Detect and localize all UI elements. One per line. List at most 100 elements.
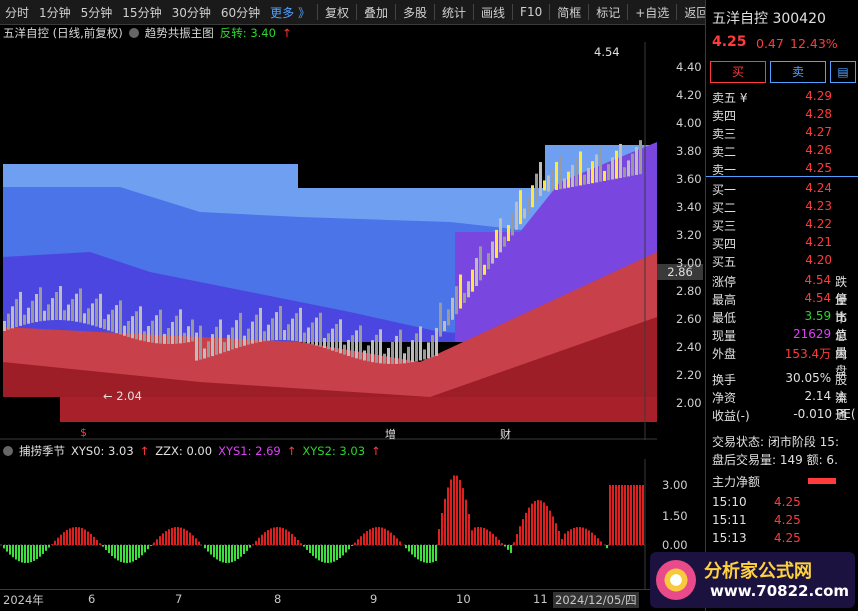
stat-row[interactable]: 最高 4.54 量比 [712,291,858,324]
tab-period[interactable]: 15分钟 [117,4,166,21]
xys0-value: XYS0: 3.03 [71,443,134,458]
tab-period[interactable]: 60分钟 [216,4,265,21]
candle [291,318,294,341]
bid-row[interactable]: 买二 4.23 [712,199,858,216]
stat-row[interactable]: 最低 3.59 市值 [712,309,858,342]
histogram-bar [195,538,197,545]
candle [299,307,302,342]
histogram-bar [228,545,230,563]
bid-value: 4.22 [805,217,832,231]
price-tick-label: 3.80 [676,144,702,158]
ask-row[interactable]: 卖三 4.27 [712,125,858,142]
bid-label: 买三 [712,219,737,233]
tab-period[interactable]: 1分钟 [34,4,76,21]
histogram-bar [216,545,218,560]
sub-dropdown-icon[interactable] [3,445,13,456]
sell-button[interactable]: 卖 [770,61,826,83]
stat-label: 现量 [712,329,737,343]
histogram-bar [204,545,206,549]
sub-indicator-name[interactable]: 捕捞季节 [19,443,65,459]
histogram-bar [147,545,149,550]
histogram-bar [453,475,455,545]
candle [559,155,562,190]
toolbar-button[interactable]: 多股 [398,4,432,21]
candle [579,151,582,186]
toolbar-button[interactable]: +自选 [630,4,674,21]
ask-row[interactable]: 卖五 ¥ 4.29 [712,89,858,106]
histogram-bar [426,545,428,563]
histogram-bar [636,485,638,545]
stat-row[interactable]: 涨停 4.54 跌停 [712,273,858,306]
toolbar-button[interactable]: 统计 [437,4,471,21]
candle [239,312,242,347]
histogram-bar [384,528,386,545]
stat2-label: 收益(-) [712,409,750,423]
bid-row[interactable]: 买一 4.24 [712,181,858,198]
marker-dollar[interactable]: $ [80,426,87,439]
histogram-bar [519,526,521,545]
more-trade-button[interactable]: ▤ [830,61,856,83]
histogram-bar [42,545,44,554]
sub-chart[interactable] [0,459,657,589]
bid-row[interactable]: 买四 4.21 [712,235,858,252]
toolbar-button[interactable]: 复权 [320,4,354,21]
histogram-bar [411,545,413,555]
bid-row[interactable]: 买三 4.22 [712,217,858,234]
candle [467,281,470,298]
candle [395,335,398,364]
histogram-bar [171,527,173,545]
tab-period[interactable]: 分时 [0,4,34,21]
toolbar-button[interactable]: 简框 [552,4,586,21]
buy-button[interactable]: 买 [710,61,766,83]
candle [135,311,138,340]
toolbar-button[interactable]: F10 [515,5,547,19]
bid-row[interactable]: 买五 4.20 [712,253,858,270]
histogram-bar [516,534,518,545]
histogram-bar [108,545,110,554]
main-chart[interactable]: 4.54 ← 2.04 [0,42,657,440]
candle [631,153,634,176]
toolbar-button[interactable]: 叠加 [359,4,393,21]
toolbar-button[interactable]: 画线 [476,4,510,21]
histogram-bar [543,502,545,545]
stat2-row[interactable]: 收益(-) -0.010 PE( [712,407,858,424]
histogram-bar [378,527,380,545]
stat-row[interactable]: 现量 21629 总量 [712,327,858,360]
histogram-bar [78,527,80,545]
main-flow-bar [808,478,836,484]
candle [595,154,598,183]
candle [611,157,614,180]
histogram-bar [471,530,473,545]
candle [503,236,506,247]
histogram-bar [513,542,515,545]
more-periods-button[interactable]: 更多 》 [265,4,315,21]
stat2-row[interactable]: 净资 2.14 流通 [712,389,858,422]
candle [475,258,478,287]
stat-row[interactable]: 外盘 153.4万 内盘 [712,345,858,378]
high-annotation: 4.54 [594,45,620,59]
indicator-dropdown-icon[interactable] [128,28,139,38]
ask-row[interactable]: 卖二 4.26 [712,143,858,160]
tab-period[interactable]: 5分钟 [76,4,118,21]
marker-finance[interactable]: 财 [500,426,511,442]
ask-row[interactable]: 卖四 4.28 [712,107,858,124]
histogram-bar [189,532,191,545]
indicator-name[interactable]: 趋势共振主图 [145,25,214,41]
candle [15,299,18,328]
toolbar-button[interactable]: 标记 [591,4,625,21]
candle [427,342,430,359]
stat2-row[interactable]: 换手 30.05% 股本 [712,371,858,404]
candle [499,218,502,253]
candle [331,328,334,351]
candle [391,342,394,364]
histogram-bar [297,539,299,545]
stat-value: 4.54 [804,273,832,287]
bid-label: 买二 [712,201,737,215]
marker-increase[interactable]: 增 [385,426,396,442]
main-flow-label[interactable]: 主力净额 [712,473,760,490]
tab-period[interactable]: 30分钟 [167,4,216,21]
histogram-bar [150,545,152,546]
candle [215,326,218,355]
histogram-bar [69,528,71,545]
histogram-bar [360,536,362,545]
